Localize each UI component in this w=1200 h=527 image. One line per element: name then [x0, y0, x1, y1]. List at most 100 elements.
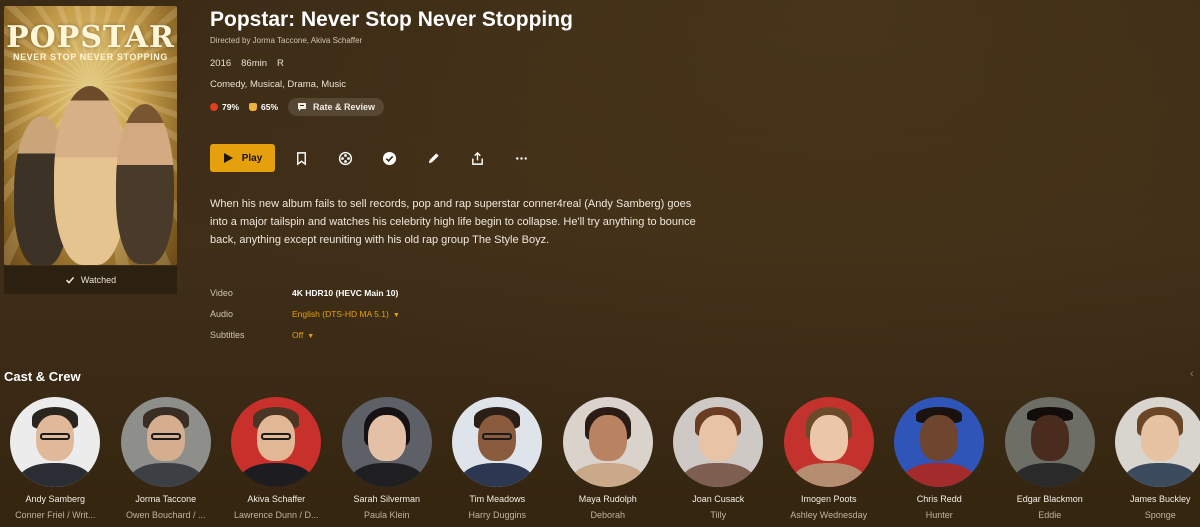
cast-member[interactable]: Imogen Poots Ashley Wednesday — [774, 397, 885, 520]
face — [367, 415, 406, 461]
shoulders — [460, 463, 535, 487]
shoulders — [239, 463, 314, 487]
cast-name: Chris Redd — [916, 494, 962, 504]
cast-name: Joan Cusack — [692, 494, 745, 504]
audio-value: English (DTS-HD MA 5.1) — [292, 308, 389, 319]
cast-avatar — [1004, 397, 1095, 487]
face — [588, 415, 627, 461]
shoulders — [18, 463, 93, 487]
share-button[interactable] — [455, 144, 499, 172]
rate-review-button[interactable]: Rate & Review — [288, 98, 385, 116]
bookmark-icon — [296, 151, 306, 166]
watchlist-button[interactable] — [279, 144, 323, 172]
caret-down-icon: ▼ — [307, 332, 315, 340]
face — [809, 415, 848, 461]
synopsis: When his new album fails to sell records… — [210, 198, 696, 246]
subtitles-select[interactable]: Off ▼ — [292, 330, 314, 340]
cast-avatar — [562, 397, 653, 487]
cast-role: Conner Friel / Writ... — [15, 510, 96, 520]
cast-role: Owen Bouchard / ... — [125, 510, 206, 520]
cast-name: Tim Meadows — [469, 494, 526, 504]
critic-rating: 79% — [210, 102, 239, 112]
cast-role: Lawrence Dunn / D... — [233, 510, 319, 520]
more-button[interactable] — [499, 144, 543, 172]
critic-score: 79% — [222, 102, 240, 112]
poster-title: POPSTAR — [6, 20, 175, 55]
shoulders — [349, 463, 424, 487]
cast-list: Andy Samberg Conner Friel / Writ... Jorm… — [0, 397, 1200, 520]
audience-score: 65% — [261, 102, 279, 112]
cast-crew-heading: Cast & Crew — [4, 369, 81, 384]
cast-role: Harry Duggins — [468, 510, 527, 520]
tomato-icon — [210, 103, 218, 111]
cast-avatar — [783, 397, 874, 487]
watched-indicator: Watched — [4, 266, 177, 294]
genres: Comedy, Musical, Drama, Music — [210, 79, 347, 90]
glasses — [40, 433, 71, 440]
play-label: Play — [241, 152, 263, 164]
play-icon — [223, 153, 233, 163]
glasses — [261, 433, 292, 440]
cast-member[interactable]: James Buckley Sponge — [1105, 397, 1200, 520]
trailer-button[interactable] — [323, 144, 367, 172]
release-year: 2016 — [210, 58, 232, 69]
cast-avatar — [673, 397, 764, 487]
cast-role: Deborah — [590, 510, 626, 520]
check-circle-icon — [382, 151, 396, 165]
cast-avatar — [231, 397, 322, 487]
subtitles-row: Subtitles Off ▼ — [210, 324, 400, 345]
cast-avatar — [120, 397, 211, 487]
cast-member[interactable]: Tim Meadows Harry Duggins — [442, 397, 553, 520]
face — [920, 415, 959, 461]
cast-member[interactable]: Joan Cusack Tilly — [663, 397, 774, 520]
poster-figure-right — [116, 104, 174, 264]
edit-button[interactable] — [411, 144, 455, 172]
cast-avatar — [1115, 397, 1200, 487]
popcorn-icon — [249, 103, 258, 111]
cast-name: Sarah Silverman — [353, 494, 421, 504]
review-bubble-icon — [298, 103, 307, 111]
cast-member[interactable]: Andy Samberg Conner Friel / Writ... — [0, 397, 111, 520]
cast-name: Andy Samberg — [25, 494, 86, 504]
cast-avatar — [452, 397, 543, 487]
shoulders — [791, 463, 866, 487]
audio-row: Audio English (DTS-HD MA 5.1) ▼ — [210, 303, 400, 324]
checkmark-icon — [65, 276, 75, 284]
play-button[interactable]: Play — [210, 144, 275, 172]
cast-role: Tilly — [710, 510, 727, 520]
scroll-left-icon[interactable]: ‹ — [1190, 368, 1200, 384]
stream-info: Video 4K HDR10 (HEVC Main 10) Audio Engl… — [210, 282, 400, 345]
film-reel-icon — [338, 151, 352, 165]
cast-member[interactable]: Jorma Taccone Owen Bouchard / ... — [111, 397, 222, 520]
cast-member[interactable]: Chris Redd Hunter — [884, 397, 995, 520]
cast-name: Edgar Blackmon — [1016, 494, 1083, 504]
face — [1141, 415, 1180, 461]
shoulders — [128, 463, 203, 487]
cast-role: Eddie — [1038, 510, 1062, 520]
cast-member[interactable]: Akiva Schaffer Lawrence Dunn / D... — [221, 397, 332, 520]
watched-label: Watched — [80, 275, 117, 285]
cast-member[interactable]: Sarah Silverman Paula Klein — [332, 397, 443, 520]
glasses — [150, 433, 181, 440]
cast-member[interactable]: Maya Rudolph Deborah — [553, 397, 664, 520]
mark-watched-button[interactable] — [367, 144, 411, 172]
directed-by: Directed by Jorma Taccone, Akiva Schaffe… — [210, 36, 363, 45]
content-rating: R — [277, 58, 284, 69]
shoulders — [1123, 463, 1198, 487]
shoulders — [570, 463, 645, 487]
cast-avatar — [894, 397, 985, 487]
audio-label: Audio — [210, 308, 234, 319]
cast-member[interactable]: Edgar Blackmon Eddie — [995, 397, 1106, 520]
subtitles-label: Subtitles — [210, 329, 245, 340]
cast-role: Ashley Wednesday — [790, 510, 868, 520]
movie-poster[interactable]: POPSTAR NEVER STOP NEVER STOPPING — [4, 6, 177, 265]
runtime: 86min — [241, 58, 268, 69]
cast-role: Sponge — [1144, 510, 1176, 520]
audio-select[interactable]: English (DTS-HD MA 5.1) ▼ — [292, 309, 400, 319]
cast-role: Paula Klein — [363, 510, 410, 520]
caret-down-icon: ▼ — [392, 311, 400, 319]
cast-avatar — [10, 397, 101, 487]
shoulders — [681, 463, 756, 487]
movie-meta: 2016 86min R — [210, 58, 284, 69]
face — [1030, 415, 1069, 461]
